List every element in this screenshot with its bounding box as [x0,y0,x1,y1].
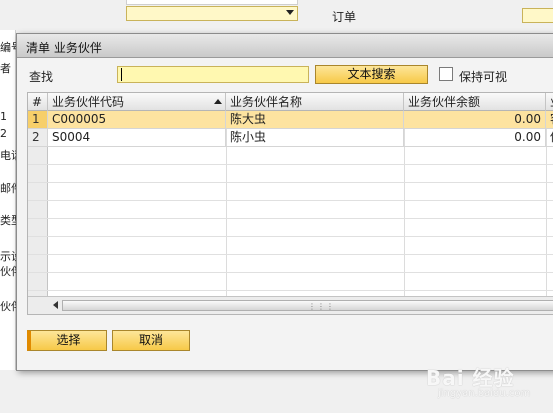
column-header-row-number[interactable]: # [28,93,48,111]
background-combo [126,6,298,21]
sort-ascending-icon [214,99,222,104]
empty-row [28,273,553,291]
keep-visible-label: 保持可视 [459,70,508,84]
empty-row [28,219,553,237]
business-partner-grid: # 业务伙伴代码 业务伙伴名称 业务伙伴余额 业 1 C000005 陈大虫 0… [27,92,553,315]
find-input[interactable] [117,66,309,83]
background-order-label: 订单 [332,10,357,24]
empty-row [28,147,553,165]
text-search-button[interactable]: 文本搜索 [315,65,428,84]
empty-row [28,183,553,201]
table-row[interactable]: 2 S0004 陈小虫 0.00 供 [28,129,553,147]
row-code: C000005 [48,111,226,128]
empty-row [28,201,553,219]
background-left-label: 2 [0,127,7,140]
background-left-label: 伙伴 [0,300,16,313]
find-label: 查找 [29,70,54,84]
empty-row [28,165,553,183]
background-left-label: 电话 [0,149,16,162]
row-code: S0004 [48,129,226,146]
table-row[interactable]: 1 C000005 陈大虫 0.00 客 [28,111,553,129]
scroll-left-arrow-icon[interactable] [53,301,58,309]
column-header-code[interactable]: 业务伙伴代码 [48,93,226,111]
column-header-balance[interactable]: 业务伙伴余额 [404,93,546,111]
background-left-label: 者 [0,62,11,75]
column-header-code-label: 业务伙伴代码 [52,95,125,109]
empty-row [28,237,553,255]
watermark-url: jingyan.baidu.com [438,388,531,399]
background-left-label: 邮件 [0,182,16,195]
background-field [126,0,298,5]
background-left-label: 示设 [0,250,16,263]
empty-row [28,255,553,273]
column-header-name[interactable]: 业务伙伴名称 [226,93,404,111]
row-name: 陈大虫 [226,111,404,128]
row-balance: 0.00 [404,111,546,128]
row-number: 1 [28,111,48,128]
text-caret [121,68,122,81]
row-balance: 0.00 [404,129,546,146]
column-header-extra[interactable]: 业 [546,93,553,111]
watermark-logo: Bai 经验 [426,366,515,390]
background-left-strip: 编号 者 1 2 电话 邮件 类型 示设 伙伴 伙伴 [0,30,16,370]
keep-visible-checkbox[interactable] [439,67,453,81]
select-button[interactable]: 选择 [27,330,107,351]
background-order-field [522,8,553,23]
background-left-label: 编号 [0,41,16,54]
horizontal-scrollbar[interactable]: ⋮⋮⋮ [28,296,553,314]
cancel-button[interactable]: 取消 [112,330,190,351]
dialog-titlebar[interactable]: 清单 业务伙伴 [17,34,553,58]
grid-header: # 业务伙伴代码 业务伙伴名称 业务伙伴余额 业 [28,93,553,111]
background-left-label: 类型 [0,214,16,227]
scrollbar-thumb[interactable]: ⋮⋮⋮ [62,300,553,311]
background-left-label: 伙伴 [0,265,16,278]
row-name: 陈小虫 [226,129,404,146]
grip-icon: ⋮⋮⋮ [308,302,335,311]
dialog-title: 清单 业务伙伴 [26,41,102,55]
row-extra: 供 [546,129,553,146]
chevron-down-icon [286,10,294,15]
business-partner-dialog: 清单 业务伙伴 查找 文本搜索 保持可视 # 业务伙伴代码 业务伙伴名称 业务伙… [16,33,553,371]
background-left-label: 1 [0,110,7,123]
row-number: 2 [28,129,48,146]
row-extra: 客 [546,111,553,128]
